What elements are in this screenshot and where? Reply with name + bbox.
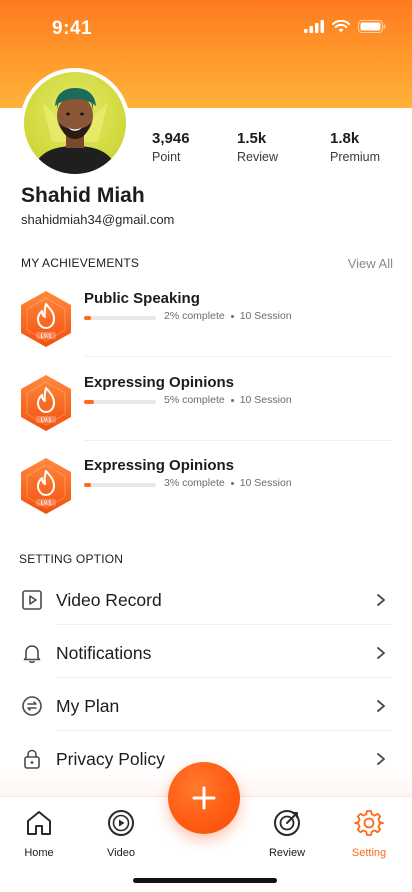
achievements-title: MY ACHIEVEMENTS bbox=[21, 256, 140, 270]
setting-label: My Plan bbox=[56, 696, 120, 716]
battery-icon bbox=[358, 20, 386, 33]
achievement-meta: 5% complete 10 Session bbox=[164, 394, 292, 406]
progress-bar bbox=[84, 316, 156, 320]
plus-icon bbox=[192, 786, 216, 810]
progress-text: 5% complete bbox=[164, 394, 225, 406]
session-count: 10 Session bbox=[239, 310, 292, 322]
badge-level: LV.1 bbox=[41, 418, 52, 424]
progress-fill bbox=[84, 400, 95, 404]
progress-fill bbox=[84, 483, 92, 487]
stat-label: Review bbox=[237, 150, 278, 164]
setting-my-plan[interactable]: My Plan bbox=[0, 695, 412, 748]
flame-badge-icon: LV.1 bbox=[21, 375, 71, 431]
achievement-item[interactable]: LV.1 Public Speaking 2% complete 10 Session bbox=[0, 290, 412, 374]
nav-video[interactable]: Video bbox=[91, 808, 151, 859]
gear-icon bbox=[354, 810, 384, 836]
nav-setting[interactable]: Setting bbox=[339, 808, 399, 859]
achievement-item[interactable]: LV.1 Expressing Opinions 5% complete 10 Ses… bbox=[0, 374, 412, 458]
home-indicator bbox=[133, 878, 277, 883]
stat-label: Point bbox=[152, 150, 181, 164]
signal-icon bbox=[304, 20, 324, 33]
status-icons bbox=[304, 20, 386, 33]
nav-home[interactable]: Home bbox=[9, 808, 69, 859]
profile-screen: 9:41 3,946 Point 1.5k Review 1.8k Premiu… bbox=[0, 0, 412, 892]
divider bbox=[56, 624, 392, 625]
add-button[interactable] bbox=[168, 762, 240, 834]
achievement-meta: 2% complete 10 Session bbox=[164, 310, 292, 322]
nav-review[interactable]: Review bbox=[257, 808, 317, 859]
separator-dot bbox=[230, 398, 234, 402]
setting-label: Notifications bbox=[56, 643, 152, 663]
chevron-right-icon bbox=[377, 753, 385, 765]
achievement-meta: 3% complete 10 Session bbox=[164, 477, 292, 489]
badge-level: LV.1 bbox=[41, 501, 52, 507]
profile-email: shahidmiah34@gmail.com bbox=[21, 212, 175, 227]
divider bbox=[84, 440, 392, 441]
nav-label: Review bbox=[268, 847, 306, 859]
progress-bar bbox=[84, 400, 156, 404]
flame-badge-icon: LV.1 bbox=[21, 458, 71, 514]
chevron-right-icon bbox=[377, 647, 385, 659]
stat-value: 1.8k bbox=[330, 130, 360, 147]
divider bbox=[56, 677, 392, 678]
session-count: 10 Session bbox=[239, 394, 292, 406]
stat-label: Premium bbox=[330, 150, 381, 164]
separator-dot bbox=[230, 481, 234, 485]
status-bar: 9:41 bbox=[0, 0, 412, 58]
status-time: 9:41 bbox=[52, 18, 93, 39]
target-icon bbox=[274, 810, 300, 836]
stat-points: 3,946 Point bbox=[152, 130, 190, 164]
avatar-ring[interactable] bbox=[20, 68, 130, 178]
stat-premium: 1.8k Premium bbox=[330, 130, 380, 164]
progress-bar bbox=[84, 483, 156, 487]
setting-label: Privacy Policy bbox=[56, 749, 165, 769]
chevron-right-icon bbox=[377, 700, 385, 712]
settings-title: SETTING OPTION bbox=[19, 552, 124, 566]
badge-level: LV.1 bbox=[41, 334, 52, 340]
avatar-illustration bbox=[32, 88, 118, 174]
achievement-item[interactable]: LV.1 Expressing Opinions 3% complete 10 Ses… bbox=[0, 457, 412, 541]
divider bbox=[56, 730, 392, 731]
achievement-title: Expressing Opinions bbox=[84, 374, 235, 391]
profile-name: Shahid Miah bbox=[21, 184, 145, 207]
stat-value: 1.5k bbox=[237, 130, 267, 147]
stat-reviews: 1.5k Review bbox=[237, 130, 278, 164]
setting-video-record[interactable]: Video Record bbox=[0, 589, 412, 642]
video-record-icon bbox=[22, 590, 42, 610]
separator-dot bbox=[230, 314, 234, 318]
swap-icon bbox=[22, 696, 42, 716]
setting-label: Video Record bbox=[56, 590, 162, 610]
chevron-right-icon bbox=[377, 594, 385, 606]
flame-badge-icon: LV.1 bbox=[21, 291, 71, 347]
home-icon bbox=[27, 811, 51, 835]
progress-fill bbox=[84, 316, 92, 320]
session-count: 10 Session bbox=[239, 477, 292, 489]
wifi-icon bbox=[332, 20, 350, 33]
achievement-title: Public Speaking bbox=[84, 290, 200, 307]
achievement-title: Expressing Opinions bbox=[84, 457, 235, 474]
progress-text: 2% complete bbox=[164, 310, 225, 322]
bell-icon bbox=[23, 645, 41, 664]
nav-label: Home bbox=[24, 847, 54, 859]
avatar bbox=[24, 72, 126, 174]
divider bbox=[84, 356, 392, 357]
view-all-link[interactable]: View All bbox=[348, 256, 393, 271]
nav-label: Video bbox=[107, 847, 135, 859]
stat-value: 3,946 bbox=[152, 130, 190, 147]
lock-icon bbox=[24, 749, 40, 769]
progress-text: 3% complete bbox=[164, 477, 225, 489]
play-circle-icon bbox=[108, 810, 134, 836]
setting-notifications[interactable]: Notifications bbox=[0, 642, 412, 695]
nav-label: Setting bbox=[351, 847, 387, 859]
